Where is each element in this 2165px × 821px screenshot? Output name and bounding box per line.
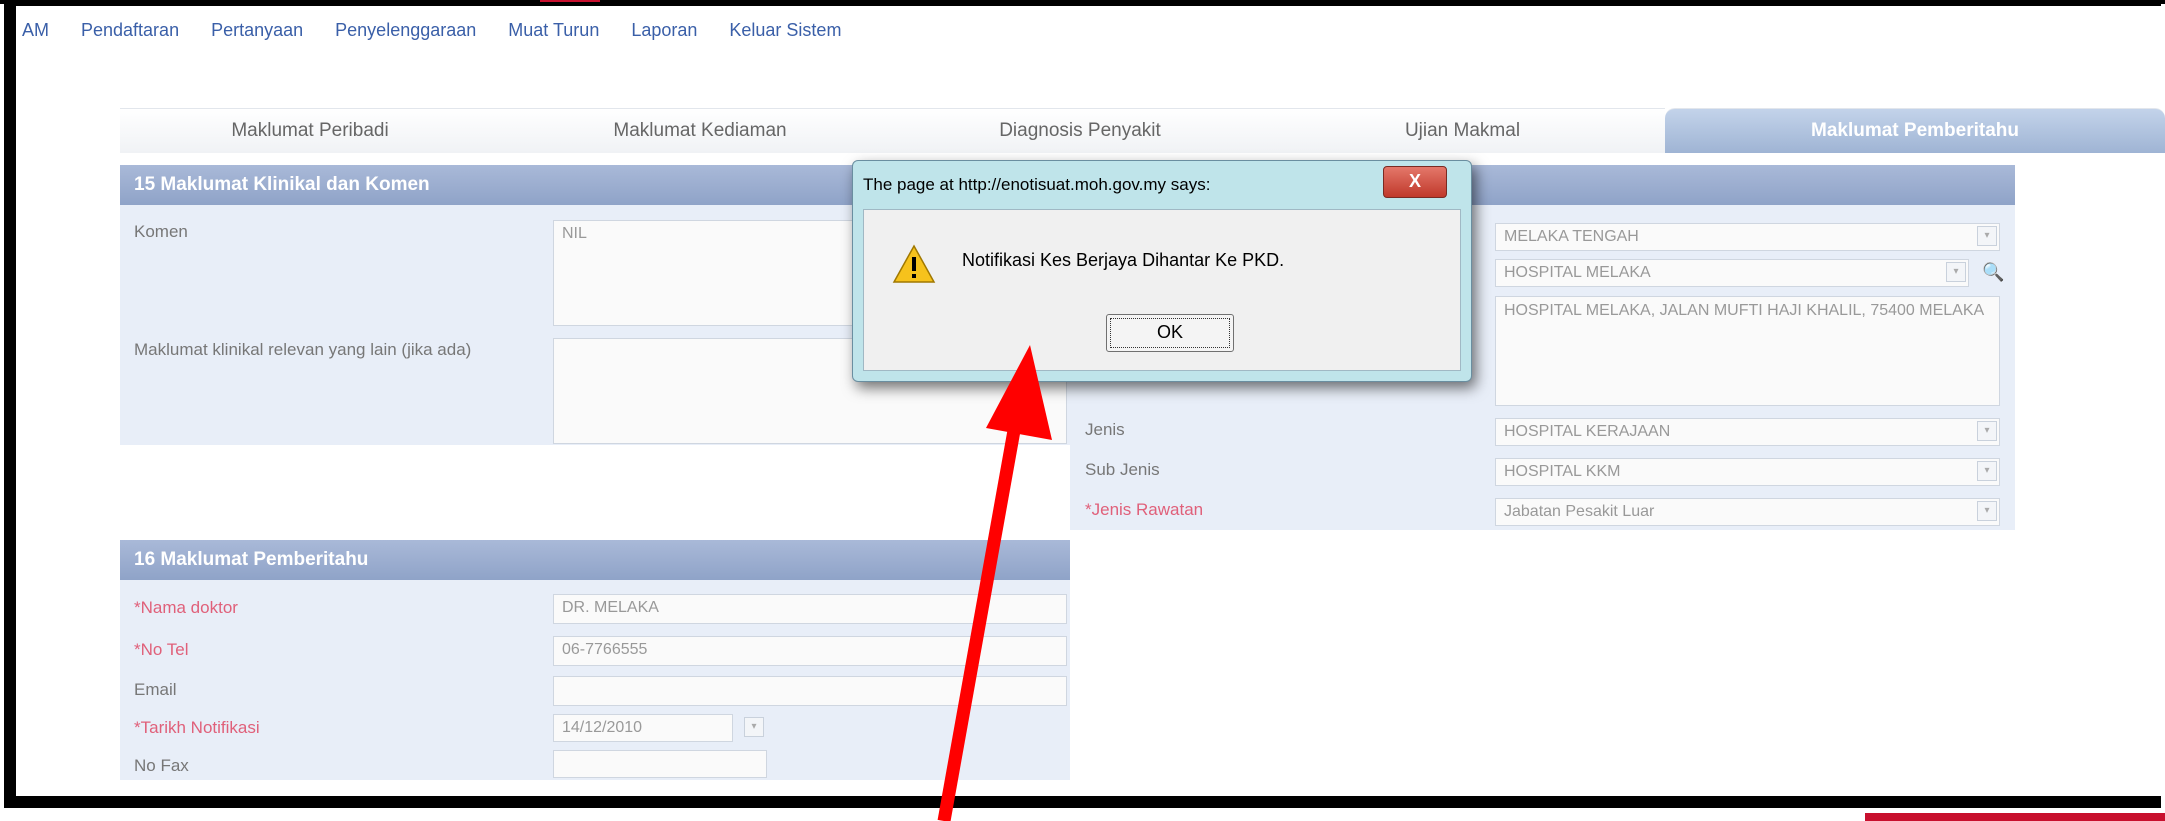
klinikal-label: Maklumat klinikal relevan yang lain (jik… <box>134 340 472 359</box>
menu-penyelenggaraan[interactable]: Penyelenggaraan <box>335 20 476 50</box>
email-label: Email <box>134 680 177 699</box>
email-field[interactable] <box>553 676 1067 706</box>
jenis-select[interactable]: HOSPITAL KERAJAAN ▾ <box>1495 418 2000 446</box>
tab-maklumat-kediaman[interactable]: Maklumat Kediaman <box>500 108 900 153</box>
no-fax-field[interactable] <box>553 750 767 778</box>
no-tel-field[interactable]: 06-7766555 <box>553 636 1067 666</box>
close-button[interactable]: X <box>1383 166 1447 198</box>
section-16-header: 16 Maklumat Pemberitahu <box>120 540 1070 580</box>
tarikh-notifikasi-field[interactable]: 14/12/2010 <box>553 714 733 742</box>
menu-pendaftaran[interactable]: Pendaftaran <box>81 20 179 50</box>
no-fax-label: No Fax <box>134 756 189 775</box>
jenis-value: HOSPITAL KERAJAAN <box>1504 423 1671 440</box>
jenis-rawatan-label: *Jenis Rawatan <box>1085 500 1204 519</box>
main-menu: AM Pendaftaran Pertanyaan Penyelenggaraa… <box>22 20 873 50</box>
dropdown-arrow-icon: ▾ <box>1977 461 1997 481</box>
tab-diagnosis-penyakit[interactable]: Diagnosis Penyakit <box>900 108 1260 153</box>
ok-button[interactable]: OK <box>1106 314 1234 352</box>
dialog-title: The page at http://enotisuat.moh.gov.my … <box>863 175 1211 194</box>
warning-icon <box>892 244 936 283</box>
hospital-select[interactable]: HOSPITAL MELAKA ▾ <box>1495 259 1969 287</box>
dialog-message: Notifikasi Kes Berjaya Dihantar Ke PKD. <box>962 250 1285 270</box>
daerah-select[interactable]: MELAKA TENGAH ▾ <box>1495 223 2000 251</box>
search-icon[interactable]: 🔍 <box>1982 262 2004 283</box>
no-tel-label: *No Tel <box>134 640 189 659</box>
jenis-rawatan-value: Jabatan Pesakit Luar <box>1504 503 1655 520</box>
facility-section-header <box>1470 165 2015 205</box>
tab-maklumat-peribadi[interactable]: Maklumat Peribadi <box>120 108 500 153</box>
dropdown-arrow-icon: ▾ <box>1977 421 1997 441</box>
alamat-textarea[interactable]: HOSPITAL MELAKA, JALAN MUFTI HAJI KHALIL… <box>1495 296 2000 406</box>
nama-doktor-label: *Nama doktor <box>134 598 238 617</box>
alert-dialog: The page at http://enotisuat.moh.gov.my … <box>852 160 1472 382</box>
dialog-body: Notifikasi Kes Berjaya Dihantar Ke PKD. … <box>863 209 1461 371</box>
menu-am[interactable]: AM <box>22 20 49 50</box>
hospital-value: HOSPITAL MELAKA <box>1504 264 1651 281</box>
nama-doktor-field[interactable]: DR. MELAKA <box>553 594 1067 624</box>
menu-pertanyaan[interactable]: Pertanyaan <box>211 20 303 50</box>
menu-keluar-sistem[interactable]: Keluar Sistem <box>729 20 841 50</box>
tab-ujian-makmal[interactable]: Ujian Makmal <box>1260 108 1665 153</box>
subjenis-select[interactable]: HOSPITAL KKM ▾ <box>1495 458 2000 486</box>
bottom-red-accent <box>1865 813 2165 821</box>
dropdown-arrow-icon: ▾ <box>1946 262 1966 282</box>
tarikh-notifikasi-label: *Tarikh Notifikasi <box>134 718 260 737</box>
subjenis-label: Sub Jenis <box>1085 460 1160 479</box>
calendar-icon[interactable]: ▾ <box>744 717 764 737</box>
daerah-value: MELAKA TENGAH <box>1504 228 1639 245</box>
jenis-label: Jenis <box>1085 420 1125 439</box>
menu-muat-turun[interactable]: Muat Turun <box>508 20 599 50</box>
menu-laporan[interactable]: Laporan <box>631 20 697 50</box>
dropdown-arrow-icon: ▾ <box>1977 226 1997 246</box>
form-tabs: Maklumat Peribadi Maklumat Kediaman Diag… <box>120 108 2165 153</box>
jenis-rawatan-select[interactable]: Jabatan Pesakit Luar ▾ <box>1495 498 2000 526</box>
komen-label: Komen <box>134 222 188 241</box>
dropdown-arrow-icon: ▾ <box>1977 501 1997 521</box>
subjenis-value: HOSPITAL KKM <box>1504 463 1621 480</box>
tab-maklumat-pemberitahu[interactable]: Maklumat Pemberitahu <box>1665 108 2165 153</box>
